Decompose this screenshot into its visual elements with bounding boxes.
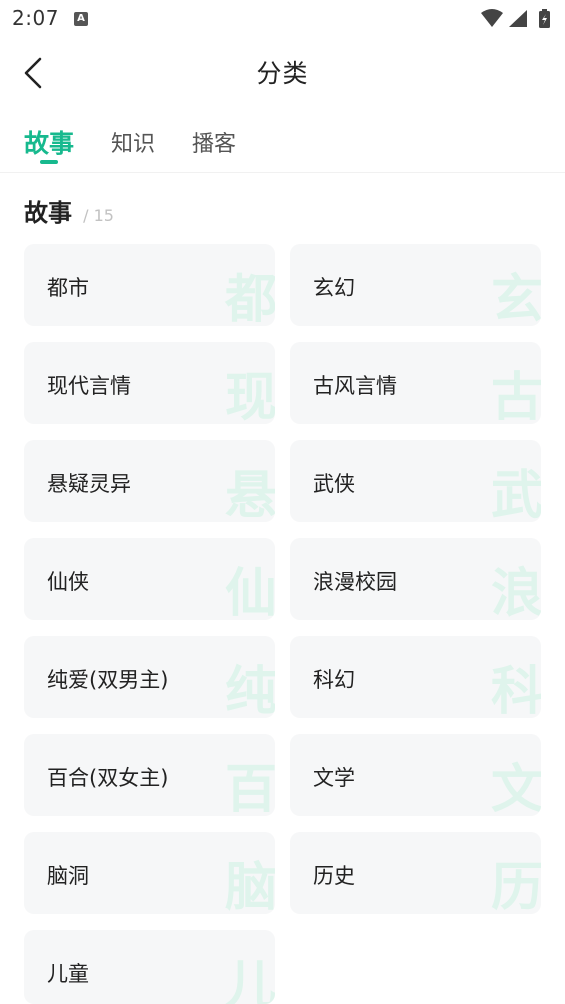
category-watermark: 玄	[490, 270, 541, 326]
status-time: 2:07	[12, 6, 59, 30]
category-card[interactable]: 文学 文	[290, 734, 541, 816]
category-card[interactable]: 玄幻 玄	[290, 244, 541, 326]
tab-podcast[interactable]: 播客	[192, 126, 236, 158]
active-tab-indicator	[40, 160, 58, 164]
category-label: 浪漫校园	[313, 570, 397, 594]
tab-knowledge[interactable]: 知识	[111, 126, 155, 158]
category-label: 都市	[47, 276, 89, 300]
category-label: 百合(双女主)	[47, 766, 169, 790]
status-bar: 2:07 A	[0, 0, 565, 38]
category-label: 玄幻	[313, 276, 355, 300]
category-card[interactable]: 浪漫校园 浪	[290, 538, 541, 620]
category-card[interactable]: 百合(双女主) 百	[24, 734, 275, 816]
category-label: 仙侠	[47, 570, 89, 594]
category-card[interactable]: 悬疑灵异 悬	[24, 440, 275, 522]
category-card[interactable]: 科幻 科	[290, 636, 541, 718]
category-watermark: 都	[224, 270, 275, 326]
section-header: 故事 / 15	[24, 193, 114, 227]
category-watermark: 历	[490, 858, 541, 914]
category-label: 历史	[313, 864, 355, 888]
battery-icon	[539, 9, 550, 28]
category-watermark: 百	[224, 760, 275, 816]
category-card[interactable]: 都市 都	[24, 244, 275, 326]
top-bar: 分类	[0, 38, 565, 108]
category-watermark: 纯	[224, 662, 275, 718]
category-card[interactable]: 纯爱(双男主) 纯	[24, 636, 275, 718]
category-label: 纯爱(双男主)	[47, 668, 169, 692]
category-watermark: 古	[490, 368, 541, 424]
notification-a-icon: A	[74, 12, 88, 26]
category-watermark: 科	[490, 662, 541, 718]
category-watermark: 悬	[224, 466, 275, 522]
category-watermark: 儿	[224, 956, 275, 1004]
category-label: 悬疑灵异	[47, 472, 131, 496]
category-label: 科幻	[313, 668, 355, 692]
category-card[interactable]: 仙侠 仙	[24, 538, 275, 620]
status-icons	[479, 8, 555, 30]
category-label: 武侠	[313, 472, 355, 496]
tab-stories[interactable]: 故事	[24, 124, 74, 160]
category-label: 儿童	[47, 962, 89, 986]
category-card[interactable]: 脑洞 脑	[24, 832, 275, 914]
category-watermark: 武	[490, 466, 541, 522]
page-title: 分类	[256, 59, 309, 88]
category-watermark: 现	[224, 368, 275, 424]
category-tabs: 故事 知识 播客	[0, 118, 565, 173]
category-label: 脑洞	[47, 864, 89, 888]
category-label: 古风言情	[313, 374, 397, 398]
wifi-icon	[481, 9, 503, 27]
category-card[interactable]: 历史 历	[290, 832, 541, 914]
category-watermark: 脑	[224, 858, 275, 914]
category-watermark: 浪	[490, 564, 541, 620]
section-count: / 15	[83, 206, 114, 225]
section-title: 故事	[24, 199, 72, 227]
category-watermark: 仙	[224, 564, 275, 620]
category-label: 现代言情	[47, 374, 131, 398]
category-watermark: 文	[490, 760, 541, 816]
category-label: 文学	[313, 766, 355, 790]
category-card[interactable]: 儿童 儿	[24, 930, 275, 1004]
category-card[interactable]: 现代言情 现	[24, 342, 275, 424]
signal-icon	[509, 10, 527, 27]
category-card[interactable]: 武侠 武	[290, 440, 541, 522]
category-card[interactable]: 古风言情 古	[290, 342, 541, 424]
